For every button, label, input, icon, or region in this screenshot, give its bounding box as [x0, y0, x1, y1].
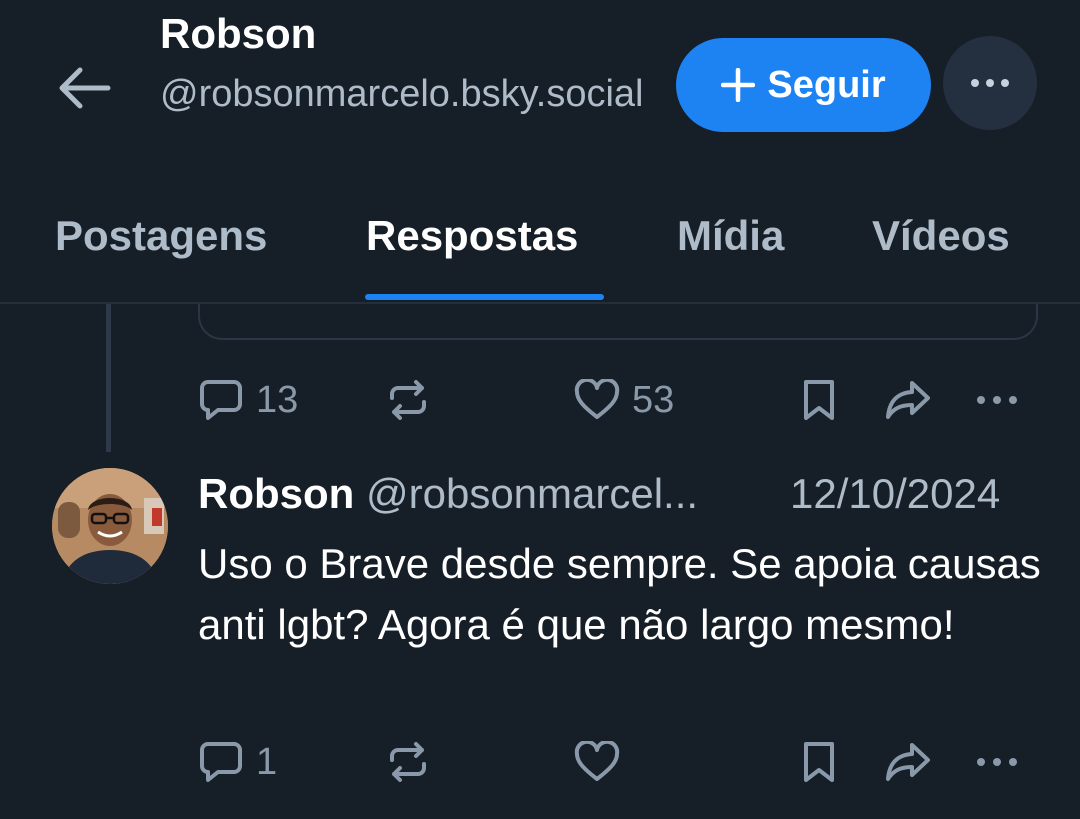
post-text: Uso o Brave desde sempre. Se apoia causa…	[198, 540, 1041, 648]
active-tab-indicator	[365, 294, 604, 300]
profile-name: Robson	[160, 10, 317, 57]
repost-icon	[390, 742, 426, 782]
repost-button[interactable]	[386, 370, 430, 430]
share-icon	[886, 381, 930, 419]
avatar-photo	[52, 468, 168, 584]
more-options-button[interactable]	[943, 36, 1037, 130]
comment-icon	[200, 742, 242, 782]
ellipsis-icon	[977, 758, 1017, 766]
post-author[interactable]: Robson	[198, 470, 354, 517]
reply-count: 1	[256, 740, 278, 783]
plus-icon	[721, 68, 756, 102]
bookmark-icon	[804, 742, 834, 782]
ellipsis-icon	[977, 396, 1017, 404]
previous-post-actions: 13 53	[0, 370, 1080, 430]
quoted-post-card[interactable]	[198, 304, 1038, 340]
like-count: 53	[632, 378, 675, 421]
like-button[interactable]: 53	[574, 370, 674, 430]
reply-button[interactable]: 1	[198, 732, 277, 792]
follow-button[interactable]: Seguir	[676, 38, 931, 132]
heart-icon	[574, 741, 620, 781]
share-button[interactable]	[884, 732, 932, 792]
arrow-left-icon	[59, 67, 111, 109]
share-button[interactable]	[884, 370, 932, 430]
repost-button[interactable]	[386, 732, 430, 792]
post-date[interactable]: 12/10/2024	[790, 470, 1000, 518]
post-more-button[interactable]	[976, 732, 1018, 792]
follow-button-label: Seguir	[767, 63, 886, 106]
bookmark-button[interactable]	[800, 732, 838, 792]
tab-respostas[interactable]: Respostas	[366, 212, 578, 260]
bookmark-button[interactable]	[800, 370, 838, 430]
tab-postagens[interactable]: Postagens	[55, 212, 267, 260]
post-actions: 1	[0, 732, 1080, 792]
comment-icon	[200, 380, 242, 420]
profile-handle: @robsonmarcelo.bsky.social	[160, 73, 644, 115]
back-button[interactable]	[52, 56, 116, 120]
tab-midia[interactable]: Mídia	[677, 212, 784, 260]
reply-count: 13	[256, 378, 299, 421]
heart-icon	[574, 379, 620, 419]
avatar[interactable]	[52, 468, 168, 584]
repost-icon	[390, 380, 426, 420]
tab-videos[interactable]: Vídeos	[872, 212, 1010, 260]
post-more-button[interactable]	[976, 370, 1018, 430]
profile-tabs: Postagens Respostas Mídia Vídeos	[0, 190, 1080, 304]
like-button[interactable]	[574, 732, 620, 792]
ellipsis-icon	[971, 79, 1009, 87]
bookmark-icon	[804, 380, 834, 420]
reply-button[interactable]: 13	[198, 370, 298, 430]
share-icon	[886, 743, 930, 781]
post-handle[interactable]: @robsonmarcel...	[366, 470, 698, 517]
